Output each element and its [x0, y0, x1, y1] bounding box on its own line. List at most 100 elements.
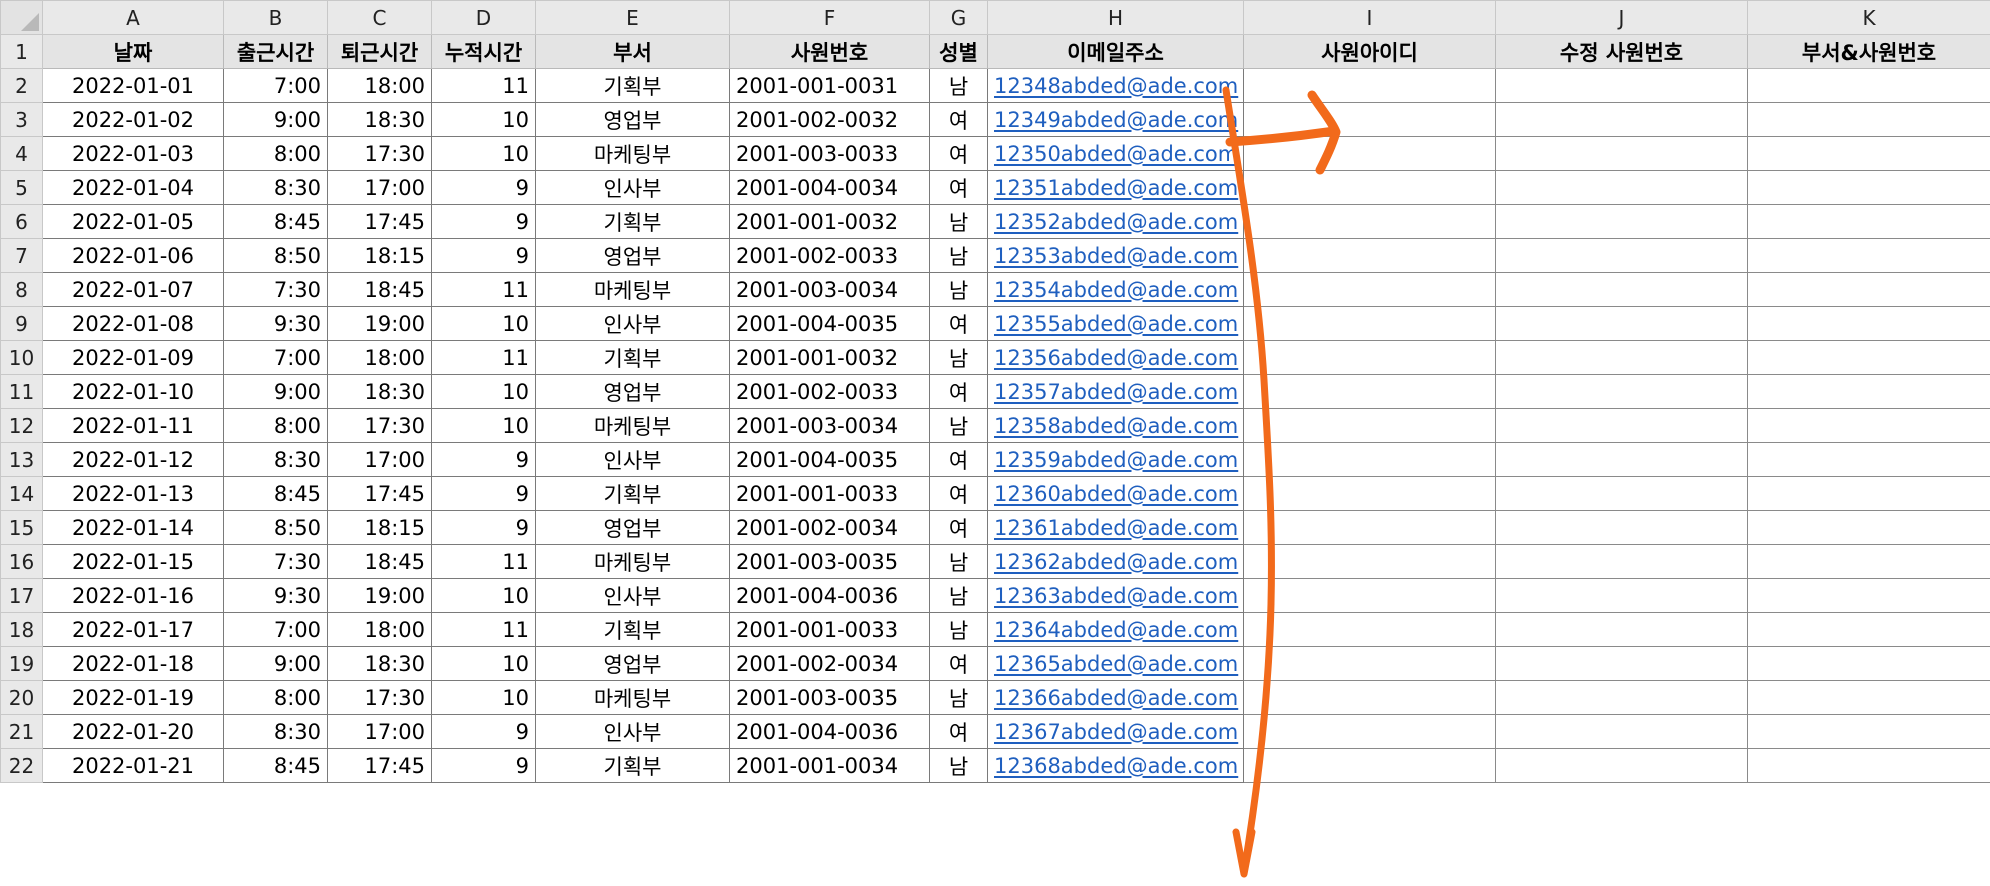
row-header[interactable]: 4	[0, 136, 43, 171]
cell-department[interactable]: 마케팅부	[535, 136, 730, 171]
cell-revised-employee-number[interactable]	[1495, 510, 1748, 545]
cell-clock-out[interactable]: 17:30	[327, 136, 432, 171]
cell-revised-employee-number[interactable]	[1495, 102, 1748, 137]
cell-clock-out[interactable]: 19:00	[327, 578, 432, 613]
cell-employee-number[interactable]: 2001-003-0035	[729, 680, 930, 715]
email-link[interactable]: 12359abded@ade.com	[994, 448, 1238, 472]
row-header[interactable]: 3	[0, 102, 43, 137]
header-cell-revised-employee-number[interactable]: 수정 사원번호	[1495, 34, 1748, 69]
email-link[interactable]: 12364abded@ade.com	[994, 618, 1238, 642]
cell-total-hours[interactable]: 9	[431, 476, 536, 511]
email-link[interactable]: 12362abded@ade.com	[994, 550, 1238, 574]
cell-date[interactable]: 2022-01-11	[42, 408, 224, 443]
cell-employee-number[interactable]: 2001-003-0033	[729, 136, 930, 171]
cell-date[interactable]: 2022-01-05	[42, 204, 224, 239]
cell-clock-in[interactable]: 7:30	[223, 544, 328, 579]
cell-email[interactable]: 12348abded@ade.com	[987, 68, 1244, 103]
email-link[interactable]: 12354abded@ade.com	[994, 278, 1238, 302]
row-header[interactable]: 18	[0, 612, 43, 647]
cell-clock-out[interactable]: 17:30	[327, 408, 432, 443]
cell-employee-number[interactable]: 2001-001-0032	[729, 340, 930, 375]
cell-revised-employee-number[interactable]	[1495, 306, 1748, 341]
cell-revised-employee-number[interactable]	[1495, 714, 1748, 749]
cell-email[interactable]: 12368abded@ade.com	[987, 748, 1244, 783]
cell-dept-and-employee-number[interactable]	[1747, 136, 1990, 171]
header-cell-dept-and-employee-number[interactable]: 부서&사원번호	[1747, 34, 1990, 69]
cell-gender[interactable]: 여	[929, 714, 988, 749]
row-header[interactable]: 10	[0, 340, 43, 375]
cell-gender[interactable]: 여	[929, 306, 988, 341]
cell-gender[interactable]: 여	[929, 102, 988, 137]
cell-total-hours[interactable]: 10	[431, 408, 536, 443]
cell-total-hours[interactable]: 9	[431, 714, 536, 749]
cell-email[interactable]: 12350abded@ade.com	[987, 136, 1244, 171]
cell-clock-out[interactable]: 18:45	[327, 272, 432, 307]
cell-date[interactable]: 2022-01-06	[42, 238, 224, 273]
cell-clock-out[interactable]: 18:15	[327, 238, 432, 273]
cell-employee-number[interactable]: 2001-004-0036	[729, 714, 930, 749]
cell-dept-and-employee-number[interactable]	[1747, 544, 1990, 579]
cell-employee-number[interactable]: 2001-001-0033	[729, 476, 930, 511]
cell-date[interactable]: 2022-01-14	[42, 510, 224, 545]
cell-dept-and-employee-number[interactable]	[1747, 680, 1990, 715]
cell-revised-employee-number[interactable]	[1495, 578, 1748, 613]
cell-department[interactable]: 인사부	[535, 578, 730, 613]
cell-total-hours[interactable]: 9	[431, 204, 536, 239]
cell-employee-id[interactable]	[1243, 408, 1496, 443]
cell-email[interactable]: 12364abded@ade.com	[987, 612, 1244, 647]
cell-email[interactable]: 12367abded@ade.com	[987, 714, 1244, 749]
cell-clock-in[interactable]: 9:00	[223, 646, 328, 681]
cell-clock-out[interactable]: 18:45	[327, 544, 432, 579]
cell-dept-and-employee-number[interactable]	[1747, 612, 1990, 647]
cell-employee-number[interactable]: 2001-002-0034	[729, 646, 930, 681]
cell-revised-employee-number[interactable]	[1495, 238, 1748, 273]
cell-employee-id[interactable]	[1243, 612, 1496, 647]
cell-department[interactable]: 마케팅부	[535, 272, 730, 307]
cell-gender[interactable]: 여	[929, 442, 988, 477]
email-link[interactable]: 12368abded@ade.com	[994, 754, 1238, 778]
cell-clock-in[interactable]: 9:30	[223, 306, 328, 341]
cell-date[interactable]: 2022-01-15	[42, 544, 224, 579]
cell-date[interactable]: 2022-01-12	[42, 442, 224, 477]
cell-department[interactable]: 영업부	[535, 374, 730, 409]
cell-total-hours[interactable]: 9	[431, 442, 536, 477]
cell-gender[interactable]: 남	[929, 578, 988, 613]
cell-employee-number[interactable]: 2001-004-0035	[729, 306, 930, 341]
cell-clock-in[interactable]: 8:45	[223, 204, 328, 239]
cell-total-hours[interactable]: 10	[431, 306, 536, 341]
header-cell-employee-id[interactable]: 사원아이디	[1243, 34, 1496, 69]
cell-gender[interactable]: 남	[929, 340, 988, 375]
row-header[interactable]: 1	[0, 34, 43, 69]
email-link[interactable]: 12361abded@ade.com	[994, 516, 1238, 540]
cell-employee-number[interactable]: 2001-001-0032	[729, 204, 930, 239]
row-header[interactable]: 21	[0, 714, 43, 749]
cell-department[interactable]: 기획부	[535, 204, 730, 239]
cell-email[interactable]: 12351abded@ade.com	[987, 170, 1244, 205]
cell-email[interactable]: 12365abded@ade.com	[987, 646, 1244, 681]
cell-employee-number[interactable]: 2001-003-0035	[729, 544, 930, 579]
cell-total-hours[interactable]: 11	[431, 340, 536, 375]
cell-clock-in[interactable]: 8:45	[223, 476, 328, 511]
cell-total-hours[interactable]: 11	[431, 68, 536, 103]
cell-department[interactable]: 인사부	[535, 442, 730, 477]
cell-department[interactable]: 영업부	[535, 102, 730, 137]
cell-employee-number[interactable]: 2001-001-0031	[729, 68, 930, 103]
cell-department[interactable]: 기획부	[535, 68, 730, 103]
column-header-i[interactable]: I	[1243, 0, 1496, 35]
cell-department[interactable]: 기획부	[535, 340, 730, 375]
cell-clock-in[interactable]: 8:30	[223, 714, 328, 749]
cell-gender[interactable]: 남	[929, 408, 988, 443]
cell-total-hours[interactable]: 10	[431, 578, 536, 613]
cell-department[interactable]: 기획부	[535, 612, 730, 647]
cell-employee-number[interactable]: 2001-002-0033	[729, 374, 930, 409]
cell-total-hours[interactable]: 11	[431, 272, 536, 307]
cell-date[interactable]: 2022-01-02	[42, 102, 224, 137]
cell-email[interactable]: 12349abded@ade.com	[987, 102, 1244, 137]
row-header[interactable]: 5	[0, 170, 43, 205]
cell-dept-and-employee-number[interactable]	[1747, 476, 1990, 511]
cell-gender[interactable]: 남	[929, 204, 988, 239]
cell-employee-id[interactable]	[1243, 340, 1496, 375]
cell-employee-id[interactable]	[1243, 238, 1496, 273]
cell-clock-out[interactable]: 17:45	[327, 476, 432, 511]
header-cell-clock-out[interactable]: 퇴근시간	[327, 34, 432, 69]
